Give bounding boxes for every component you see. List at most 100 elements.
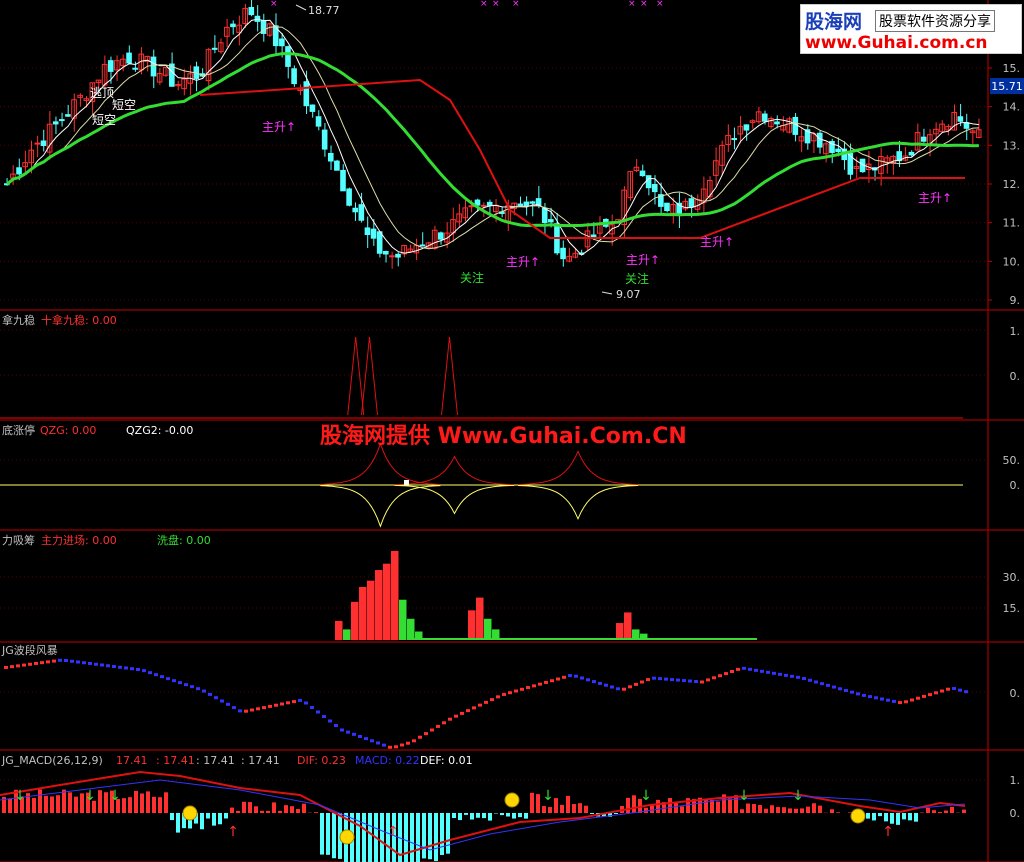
storm-dot [442, 721, 446, 725]
storm-dot [100, 663, 104, 667]
candle-body [248, 7, 255, 16]
watermark-tagline: 股票软件资源分享 [875, 10, 995, 32]
buy-arrow-icon: ↓ [84, 788, 96, 804]
price-annotation: 短空 [92, 113, 116, 127]
price-annotation: 主升↑ [918, 191, 952, 205]
storm-dot [16, 664, 20, 668]
storm-dot [766, 670, 770, 674]
buy-arrow-icon: ↓ [640, 788, 652, 804]
y-tick-label: 15. [1003, 62, 1021, 75]
storm-dot [142, 669, 146, 673]
storm-dot [22, 663, 26, 667]
watermark-url: www.Guhai.com.cn [805, 33, 988, 53]
macd-histogram-bar [950, 807, 954, 813]
macd-histogram-bar [710, 800, 714, 813]
top-signal-marker: × [640, 0, 648, 9]
storm-dot [568, 674, 572, 678]
y-tick-label: 12. [1003, 178, 1021, 191]
macd-histogram-bar [962, 809, 966, 813]
storm-dot [172, 679, 176, 683]
macd-histogram-bar [836, 812, 840, 813]
top-signal-marker: × [512, 0, 520, 9]
candle-body [358, 204, 365, 221]
macd-histogram-bar [8, 798, 12, 813]
macd-histogram-bar [908, 813, 912, 821]
high-marker-arrow [295, 4, 307, 11]
candle-body [59, 119, 65, 122]
candle-body [419, 244, 426, 247]
candle-body [835, 148, 841, 153]
candle-body [382, 250, 389, 255]
top-signal-marker: × [656, 0, 664, 9]
macd-histogram-bar [128, 797, 132, 813]
storm-dot [844, 688, 848, 692]
candle-body [651, 184, 658, 193]
candle-body [486, 201, 493, 206]
storm-dot [790, 674, 794, 678]
washout-bar [343, 629, 351, 640]
storm-dot [868, 695, 872, 699]
watermark-brand: 股海网 [805, 11, 863, 33]
storm-dot [118, 665, 122, 669]
storm-dot [286, 701, 290, 705]
macd-histogram-bar [614, 813, 618, 814]
storm-dot [178, 681, 182, 685]
macd-histogram-bar [488, 813, 492, 821]
storm-dot [280, 702, 284, 706]
storm-dot [850, 690, 854, 694]
macd-histogram-bar [584, 805, 588, 813]
macd-histogram-bar [104, 792, 108, 813]
storm-dot [226, 702, 230, 706]
storm-dot [214, 696, 218, 700]
macd-histogram-bar [272, 802, 276, 813]
price-tag: 15.71 [991, 80, 1023, 93]
candle-body [34, 142, 41, 145]
storm-dot [46, 660, 50, 664]
macd-histogram-bar [512, 813, 516, 819]
candle-body [816, 132, 823, 148]
candle-body [590, 234, 597, 238]
storm-dot [304, 701, 308, 705]
candle-body [211, 47, 218, 50]
macd-histogram-bar [458, 813, 462, 821]
macd-histogram-bar [764, 808, 768, 813]
macd-histogram-bar [902, 813, 906, 820]
storm-dot [628, 685, 632, 689]
low-marker-arrow [601, 291, 613, 295]
storm-dot [682, 679, 686, 683]
candle-body [150, 56, 157, 77]
storm-dot [730, 670, 734, 673]
candle-body [321, 129, 328, 150]
macd-histogram-bar [632, 795, 636, 813]
storm-dot [610, 685, 614, 689]
macd-histogram-bar [542, 806, 546, 813]
storm-dot [814, 680, 818, 684]
macd-histogram-bar [884, 813, 888, 822]
storm-dot [232, 706, 236, 710]
macd-histogram-bar [320, 813, 324, 855]
macd-histogram-bar [122, 798, 126, 813]
macd-histogram-bar [926, 807, 930, 813]
price-annotation: 主升↑ [626, 253, 660, 267]
storm-dot [532, 684, 536, 688]
top-signal-marker: × [492, 0, 500, 9]
candle-body [731, 138, 738, 141]
macd-histogram-bar [704, 799, 708, 813]
accumulation-bar [476, 597, 484, 640]
storm-dot [724, 672, 728, 676]
macd-histogram-bar [788, 808, 792, 813]
macd-histogram-bar [434, 813, 438, 862]
macd-histogram-bar [752, 804, 756, 813]
storm-dot [154, 673, 158, 677]
candle-body [376, 231, 383, 254]
indicator-legend: 洗盘: 0.00 [157, 533, 211, 547]
macd-histogram-bar [68, 792, 72, 813]
indicator-legend: 拿九稳 [2, 313, 35, 327]
storm-dot [664, 677, 668, 681]
storm-dot [526, 686, 530, 690]
y-tick-label: 15. [1003, 602, 1021, 615]
indicator-legend: DIF: 0.23 [297, 754, 346, 767]
buy-arrow-icon: ↓ [14, 788, 26, 804]
candle-body [52, 121, 59, 125]
macd-histogram-bar [134, 790, 138, 813]
